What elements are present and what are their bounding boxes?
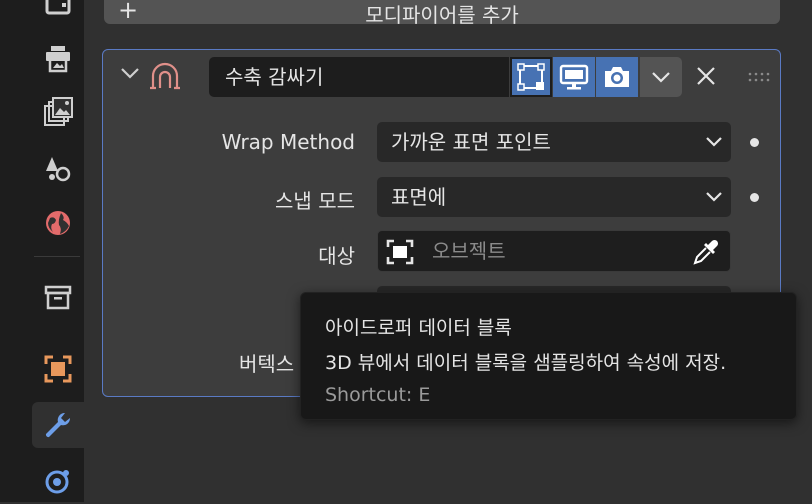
modifier-extras-dropdown[interactable]: [640, 57, 682, 97]
tooltip-title: 아이드로퍼 데이터 블록: [325, 317, 512, 339]
collapse-chevron-icon[interactable]: [120, 66, 140, 80]
view-layer-icon: [44, 97, 73, 126]
output-tab[interactable]: [32, 35, 84, 81]
view-layer-tab[interactable]: [32, 89, 84, 135]
modifier-tab[interactable]: [32, 402, 84, 448]
chevron-down-icon: [652, 72, 670, 83]
world-icon: [46, 211, 70, 235]
render-icon: [45, 0, 71, 15]
close-icon[interactable]: [694, 64, 718, 88]
render-toggle[interactable]: [596, 57, 638, 97]
scene-icon: [46, 157, 71, 182]
render-tab[interactable]: [32, 0, 84, 28]
particles-icon: [45, 470, 69, 494]
object-icon: [386, 239, 414, 265]
wrench-icon: [45, 412, 71, 438]
printer-icon: [46, 46, 70, 73]
object-icon: [44, 355, 72, 383]
edit-mode-toggle[interactable]: [510, 57, 552, 97]
target-label: 대상: [318, 244, 355, 268]
snap-mode-value: 표면에: [391, 185, 447, 209]
modifier-name-input[interactable]: 수축 감싸기: [209, 57, 509, 97]
chevron-down-icon: [706, 192, 722, 202]
add-modifier-button[interactable]: + 모디파이어를 추가: [104, 0, 780, 27]
eyedropper-icon[interactable]: [692, 238, 720, 266]
tooltip-description: 3D 뷰에서 데이터 블록을 샘플링하여 속성에 저장.: [325, 352, 727, 374]
realtime-toggle[interactable]: [553, 57, 595, 97]
eyedropper-tooltip: 아이드로퍼 데이터 블록 3D 뷰에서 데이터 블록을 샘플링하여 속성에 저장…: [300, 292, 797, 420]
snap-mode-label: 스냅 모드: [275, 189, 355, 213]
collection-tab[interactable]: [32, 274, 84, 320]
world-tab[interactable]: [32, 200, 84, 246]
properties-tab-bar: [0, 0, 84, 502]
camera-icon: [605, 67, 629, 87]
add-modifier-label: 모디파이어를 추가: [365, 3, 519, 27]
realtime-icon: [559, 64, 589, 90]
shrinkwrap-icon: [150, 62, 180, 90]
drag-handle-icon[interactable]: [748, 72, 772, 82]
tab-separator: [34, 256, 80, 257]
target-object-field[interactable]: 오브젝트: [377, 230, 731, 272]
tooltip-shortcut: Shortcut: E: [325, 384, 431, 406]
collection-box-icon: [44, 285, 72, 310]
vertex-group-label: 버텍스: [239, 352, 295, 376]
object-tab[interactable]: [32, 346, 84, 392]
particles-tab[interactable]: [32, 458, 84, 504]
target-placeholder: 오브젝트: [432, 239, 506, 263]
wrap-method-value: 가까운 표면 포인트: [391, 130, 551, 154]
wrap-method-label: Wrap Method: [221, 130, 355, 154]
snap-mode-select[interactable]: 표면에: [377, 177, 731, 217]
animate-property-dot[interactable]: [750, 138, 759, 147]
animate-property-dot[interactable]: [750, 193, 759, 202]
edit-mode-icon: [517, 63, 545, 91]
chevron-down-icon: [706, 137, 722, 147]
scene-tab[interactable]: [32, 145, 84, 191]
wrap-method-select[interactable]: 가까운 표면 포인트: [377, 122, 731, 162]
